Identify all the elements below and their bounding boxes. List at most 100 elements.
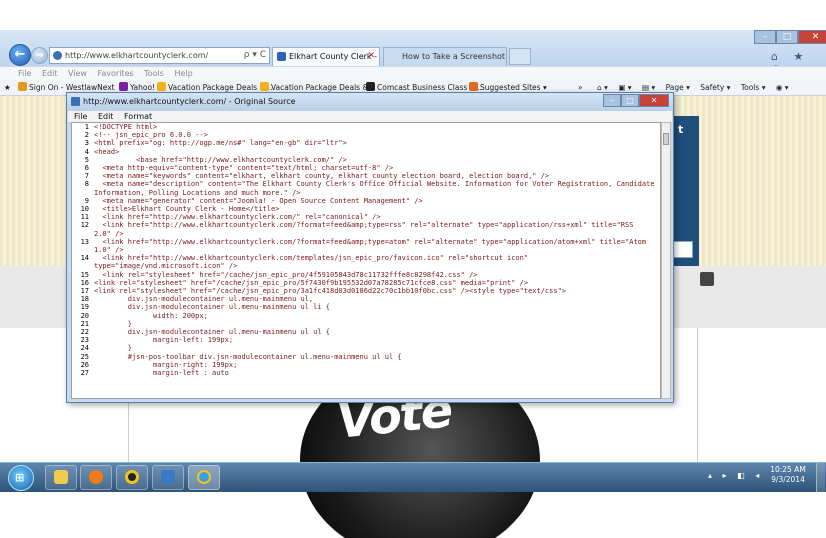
source-line: Information, Polling Locations and much … bbox=[72, 189, 660, 197]
line-number: 15 bbox=[80, 270, 89, 279]
source-line: 18 div.jsn-modulecontainer ul.menu-mainm… bbox=[72, 295, 660, 303]
app-icon bbox=[125, 470, 139, 484]
menu-tools[interactable]: Tools bbox=[144, 69, 164, 78]
source-menu-edit[interactable]: Edit bbox=[98, 112, 114, 121]
print-icon[interactable]: ▤ ▾ bbox=[642, 83, 655, 92]
line-code: <meta name="keywords" content="elkhart, … bbox=[94, 172, 550, 181]
close-tab-icon[interactable]: ✕ bbox=[367, 48, 375, 65]
line-code: <meta name="generator" content="Joomla! … bbox=[94, 196, 423, 205]
forward-button[interactable]: → bbox=[31, 47, 48, 64]
twitter-icon[interactable]: t bbox=[678, 123, 683, 136]
source-code-view[interactable]: 1 <!DOCTYPE html> 2 <!-- jsn_epic_pro 6.0.0… bbox=[71, 122, 661, 399]
show-desktop-button[interactable] bbox=[816, 463, 825, 492]
source-line: 2 <!-- jsn_epic_pro 6.0.0 --> bbox=[72, 131, 660, 139]
address-bar[interactable]: http://www.elkhartcountyclerk.com/ ρ ▾ C bbox=[49, 47, 270, 64]
favorites-star-icon[interactable]: ★ bbox=[4, 80, 11, 95]
line-number: 18 bbox=[80, 295, 89, 304]
back-button[interactable]: ← bbox=[9, 44, 31, 66]
taskbar-media-player[interactable] bbox=[80, 465, 112, 490]
line-number: 9 bbox=[84, 196, 89, 205]
maximize-button[interactable]: □ bbox=[776, 30, 798, 44]
line-code: Information, Polling Locations and much … bbox=[94, 188, 301, 197]
line-code: <link href="http://www.elkhartcountycler… bbox=[94, 254, 529, 263]
source-window-controls: – □ ✕ bbox=[603, 94, 669, 107]
folder-icon bbox=[54, 470, 68, 484]
source-line: 4 <head> bbox=[72, 148, 660, 156]
source-line: 25 #jsn-pos-toolbar div.jsn-modulecontai… bbox=[72, 353, 660, 361]
tools-menu[interactable]: Tools ▾ bbox=[741, 83, 766, 92]
source-line: 6 <meta http-equiv="content-type" conten… bbox=[72, 164, 660, 172]
home-icon[interactable]: ⌂ ▾ bbox=[597, 83, 608, 92]
menu-view[interactable]: View bbox=[68, 69, 87, 78]
line-number: 19 bbox=[80, 303, 89, 312]
clock[interactable]: 10:25 AM 9/3/2014 bbox=[766, 465, 810, 485]
source-titlebar[interactable]: http://www.elkhartcountyclerk.com/ - Ori… bbox=[67, 93, 673, 111]
site-search-button[interactable] bbox=[700, 272, 714, 286]
feeds-icon[interactable]: ▣ ▾ bbox=[618, 83, 631, 92]
source-line: 2.0" /> bbox=[72, 230, 660, 238]
address-tools[interactable]: ρ ▾ C bbox=[244, 48, 266, 63]
westlaw-icon bbox=[18, 82, 27, 91]
tab-label: How to Take a Screenshot Usin... bbox=[402, 52, 506, 61]
menu-bar: File Edit View Favorites Tools Help bbox=[0, 66, 826, 80]
line-code: 1.0" /> bbox=[94, 246, 124, 255]
yahoo-icon bbox=[119, 82, 128, 91]
line-code: margin-right: 199px; bbox=[94, 360, 238, 369]
clock-time: 10:25 AM bbox=[770, 465, 806, 474]
address-url: http://www.elkhartcountyclerk.com/ bbox=[65, 51, 209, 60]
scrollbar-thumb[interactable] bbox=[663, 133, 669, 145]
source-menu-file[interactable]: File bbox=[74, 112, 87, 121]
line-code: 2.0" /> bbox=[94, 229, 124, 238]
menu-edit[interactable]: Edit bbox=[42, 69, 58, 78]
tab-label: Elkhart County Clerk - Home bbox=[289, 52, 379, 61]
menu-file[interactable]: File bbox=[18, 69, 31, 78]
system-tray-icons[interactable]: ▴ ▸ ◧ ◂ bbox=[708, 471, 763, 480]
minimize-button[interactable]: – bbox=[754, 30, 776, 44]
new-tab-button[interactable] bbox=[509, 48, 531, 65]
source-line: 10 <title>Elkhart County Clerk - Home</t… bbox=[72, 205, 660, 213]
source-line: 12 <link href="http://www.elkhartcountyc… bbox=[72, 221, 660, 229]
line-number bbox=[72, 230, 94, 238]
source-line: 16 <link rel="stylesheet" href="/cache/js… bbox=[72, 279, 660, 287]
vacation-icon bbox=[260, 82, 269, 91]
line-number: 26 bbox=[80, 360, 89, 369]
source-line: 8 <meta name="description" content="The … bbox=[72, 180, 660, 188]
line-code: <!-- jsn_epic_pro 6.0.0 --> bbox=[94, 131, 208, 140]
menu-help[interactable]: Help bbox=[174, 69, 192, 78]
line-number bbox=[72, 189, 94, 197]
line-number: 11 bbox=[80, 213, 89, 222]
source-line: 15 <link rel="stylesheet" href="/cache/j… bbox=[72, 271, 660, 279]
source-line: 27 margin-left : auto bbox=[72, 369, 660, 377]
line-code: margin-left : auto bbox=[94, 369, 229, 378]
safety-menu[interactable]: Safety ▾ bbox=[700, 83, 730, 92]
line-code: div.jsn-modulecontainer ul.menu-mainmenu… bbox=[94, 328, 331, 337]
menu-favorites[interactable]: Favorites bbox=[98, 69, 134, 78]
source-scrollbar[interactable] bbox=[661, 122, 671, 399]
source-maximize-button[interactable]: □ bbox=[621, 94, 639, 107]
tab-screenshot-howto[interactable]: How to Take a Screenshot Usin... bbox=[383, 47, 507, 66]
view-source-window: http://www.elkhartcountyclerk.com/ - Ori… bbox=[66, 92, 674, 403]
taskbar-app[interactable] bbox=[116, 465, 148, 490]
taskbar-file-explorer[interactable] bbox=[45, 465, 77, 490]
taskbar-internet-explorer[interactable] bbox=[188, 465, 220, 490]
arrow-right-icon: → bbox=[35, 50, 44, 61]
help-icon[interactable]: ◉ ▾ bbox=[776, 83, 789, 92]
source-line: 24 } bbox=[72, 344, 660, 352]
line-code: <head> bbox=[94, 147, 120, 156]
source-minimize-button[interactable]: – bbox=[603, 94, 621, 107]
source-line: 17 <link rel="stylesheet" href="/cache/js… bbox=[72, 287, 660, 295]
arrow-left-icon: ← bbox=[14, 47, 26, 62]
page-menu[interactable]: Page ▾ bbox=[666, 83, 690, 92]
tab-favicon-icon bbox=[277, 52, 286, 61]
site-search-input[interactable] bbox=[672, 241, 693, 258]
line-number: 20 bbox=[80, 311, 89, 320]
suggested-sites-icon bbox=[469, 82, 478, 91]
source-menu-format[interactable]: Format bbox=[124, 112, 152, 121]
source-close-button[interactable]: ✕ bbox=[639, 94, 669, 107]
tab-elkhart-county-clerk[interactable]: Elkhart County Clerk - Home ✕ bbox=[272, 47, 380, 66]
line-code: margin-left: 199px; bbox=[94, 336, 234, 345]
line-code: <link href="http://www.elkhartcountycler… bbox=[94, 221, 634, 230]
taskbar-security[interactable] bbox=[152, 465, 184, 490]
close-button[interactable]: ✕ bbox=[798, 30, 826, 44]
site-favicon-icon bbox=[53, 51, 62, 60]
